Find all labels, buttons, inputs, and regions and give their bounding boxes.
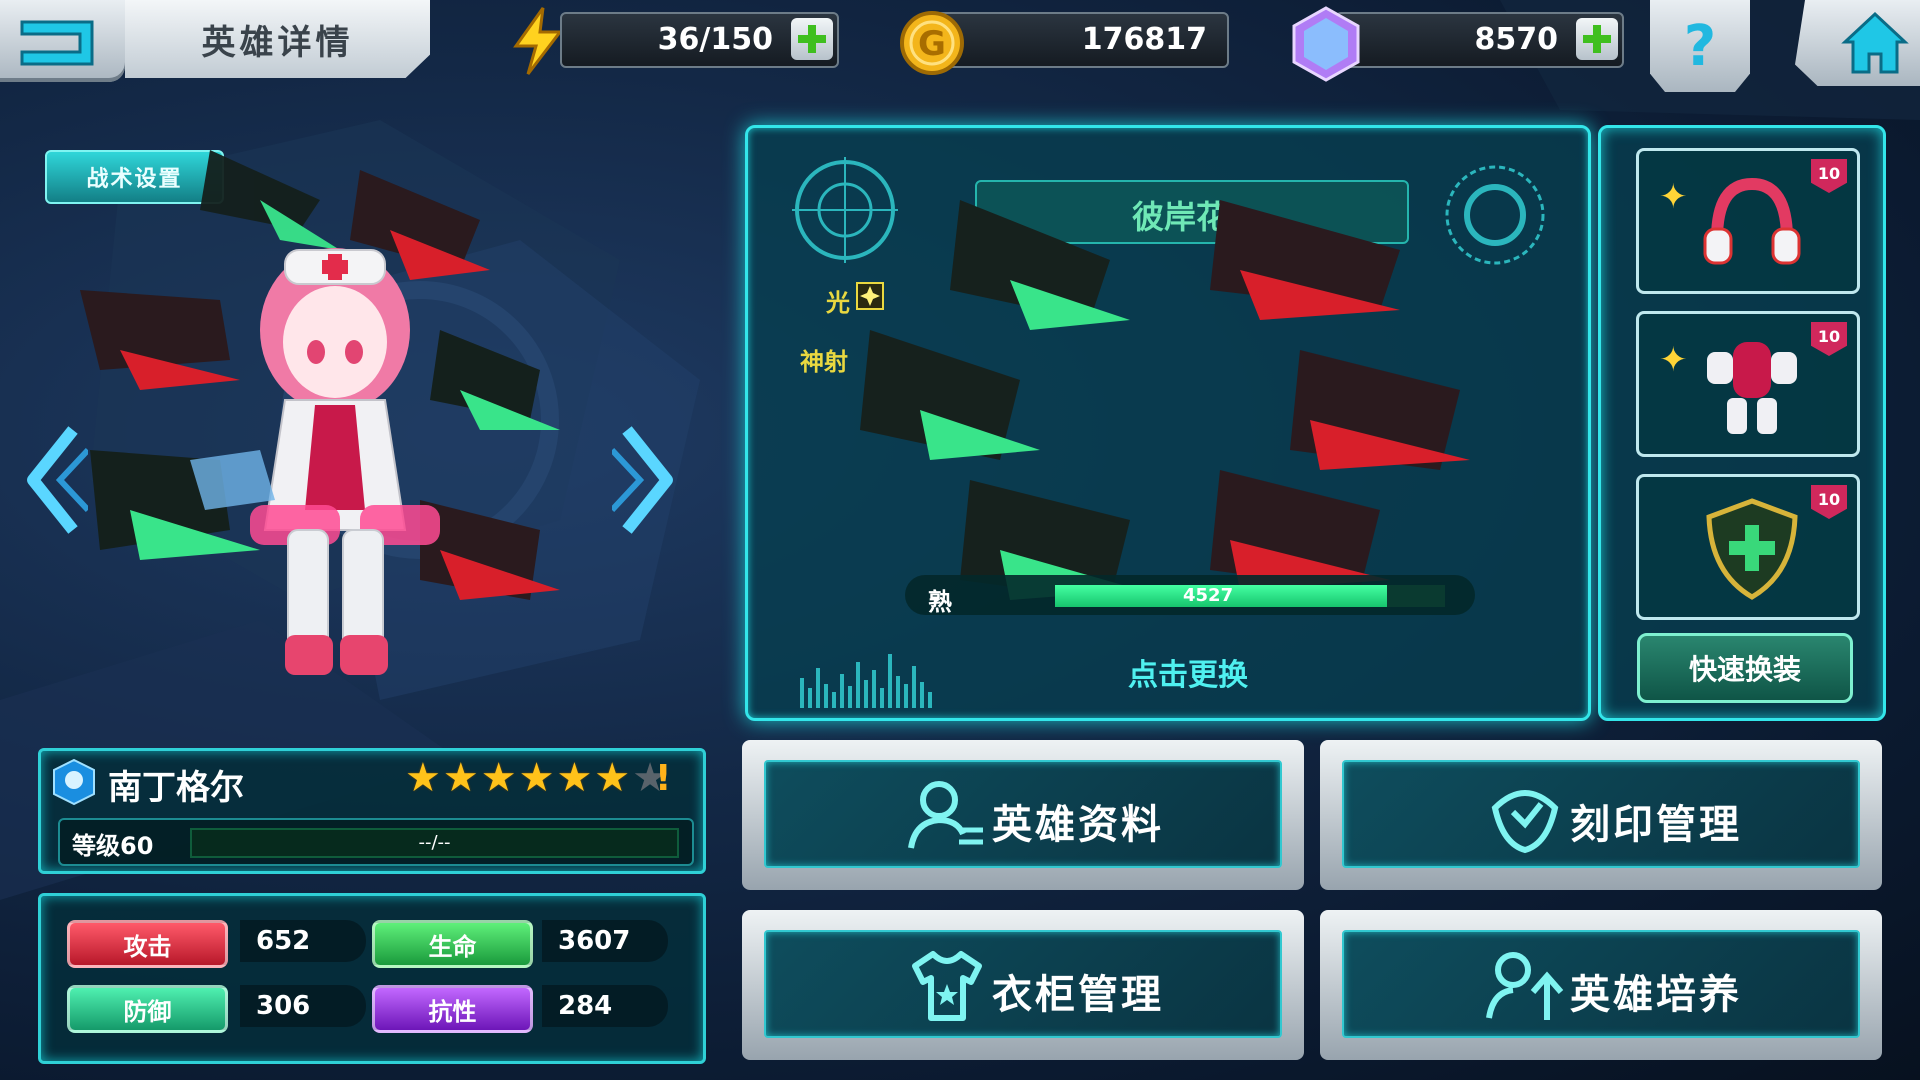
level-label: 等级60 [72,832,154,860]
equipment-slot-3[interactable]: 10 [1636,474,1860,620]
gem-counter: 8570 [1335,12,1624,68]
drone-red-3 [420,500,560,600]
person-upgrade-icon [1486,952,1564,1020]
star-filled-icon: ★ [442,755,479,801]
upgrade-alert-icon[interactable]: ! [655,758,671,799]
gold-counter: 176817 [935,12,1229,68]
add-gems-button[interactable] [1576,18,1618,60]
hero-character [80,150,560,675]
imprint-manage-button[interactable]: 刻印管理 [1320,740,1882,890]
attack-label: 攻击 [67,920,228,968]
hero-training-label: 英雄培养 [1570,972,1742,1018]
weapon-art [860,200,1470,600]
slot-level-badge: 10 [1811,322,1847,356]
help-icon: ? [1683,13,1717,79]
star-filled-icon: ★ [518,755,555,801]
imprint-icon [1491,790,1559,854]
star-filled-icon: ★ [405,755,441,801]
page-title: 英雄详情 [201,22,354,63]
level-row: 等级60 --/-- [58,818,694,866]
quick-equip-label: 快速换装 [1688,653,1801,686]
gold-value: 176817 [1081,22,1207,57]
resist-label: 抗性 [372,985,533,1033]
armor-icon [1707,342,1797,434]
change-weapon-button[interactable]: 点击更换 [1128,650,1248,694]
home-button[interactable] [1795,0,1920,86]
shield-emblem-icon [1706,498,1798,600]
attack-value: 652 [240,920,366,962]
proficiency-value: 4527 [1183,585,1234,606]
imprint-manage-label: 刻印管理 [1570,802,1742,848]
lightning-icon [513,7,564,75]
hero-class-icon [53,758,95,806]
wardrobe-manage-label: 衣柜管理 [992,972,1164,1018]
defense-value: 306 [240,985,366,1027]
resist-value: 284 [542,985,668,1027]
svg-text:G: G [918,24,946,64]
back-icon [20,20,94,66]
hp-label: 生命 [372,920,533,968]
hero-training-button[interactable]: 英雄培养 [1320,910,1882,1060]
hero-star-rating: ★ ★ ★ ★ ★ ★ ★ [405,756,668,800]
exp-bar: --/-- [190,828,679,858]
star-filled-icon: ★ [556,755,593,801]
gem-value: 8570 [1474,22,1559,57]
hero-profile-button[interactable]: 英雄资料 [742,740,1304,890]
equalizer-decoration-icon [800,654,932,708]
drone-red-2 [80,290,240,390]
exp-text: --/-- [418,832,451,853]
slot-level-badge: 10 [1811,159,1847,193]
proficiency-track [1055,585,1445,607]
proficiency-label: 熟 [928,588,952,616]
home-icon [1841,11,1909,74]
page-title-plate: 英雄详情 [125,0,430,78]
headphones-icon [1703,177,1801,265]
star-icon: ✦ [1659,177,1688,217]
hero-profile-label: 英雄资料 [992,802,1164,848]
prev-hero-arrow-icon[interactable] [18,420,88,540]
equipment-slot-1[interactable]: ✦ 10 [1636,148,1860,294]
wardrobe-manage-button[interactable]: 衣柜管理 [742,910,1304,1060]
slot-level-badge: 10 [1811,485,1847,519]
back-button[interactable] [0,0,125,82]
stats-panel [38,893,706,1064]
shirt-icon [912,951,982,1021]
add-energy-button[interactable] [791,18,833,60]
star-filled-icon: ★ [594,755,631,801]
hp-value: 3607 [542,920,668,962]
next-hero-arrow-icon[interactable] [612,420,682,540]
defense-label: 防御 [67,985,228,1033]
help-button[interactable]: ? [1650,0,1750,92]
top-bar: 英雄详情 36/150 176817 G 8570 ? [0,0,1920,100]
gold-coin-icon: G [900,11,964,75]
quick-equip-button[interactable]: 快速换装 [1637,633,1853,703]
hero-name: 南丁格尔 [108,768,244,808]
gem-icon [1292,6,1360,82]
drone-green-1 [200,150,340,250]
star-filled-icon: ★ [480,755,517,801]
person-icon [908,781,983,849]
energy-counter: 36/150 [560,12,839,68]
star-icon: ✦ [1659,340,1688,380]
drone-green-2 [430,330,560,430]
equipment-slot-2[interactable]: ✦ 10 [1636,311,1860,457]
energy-value: 36/150 [657,22,773,57]
